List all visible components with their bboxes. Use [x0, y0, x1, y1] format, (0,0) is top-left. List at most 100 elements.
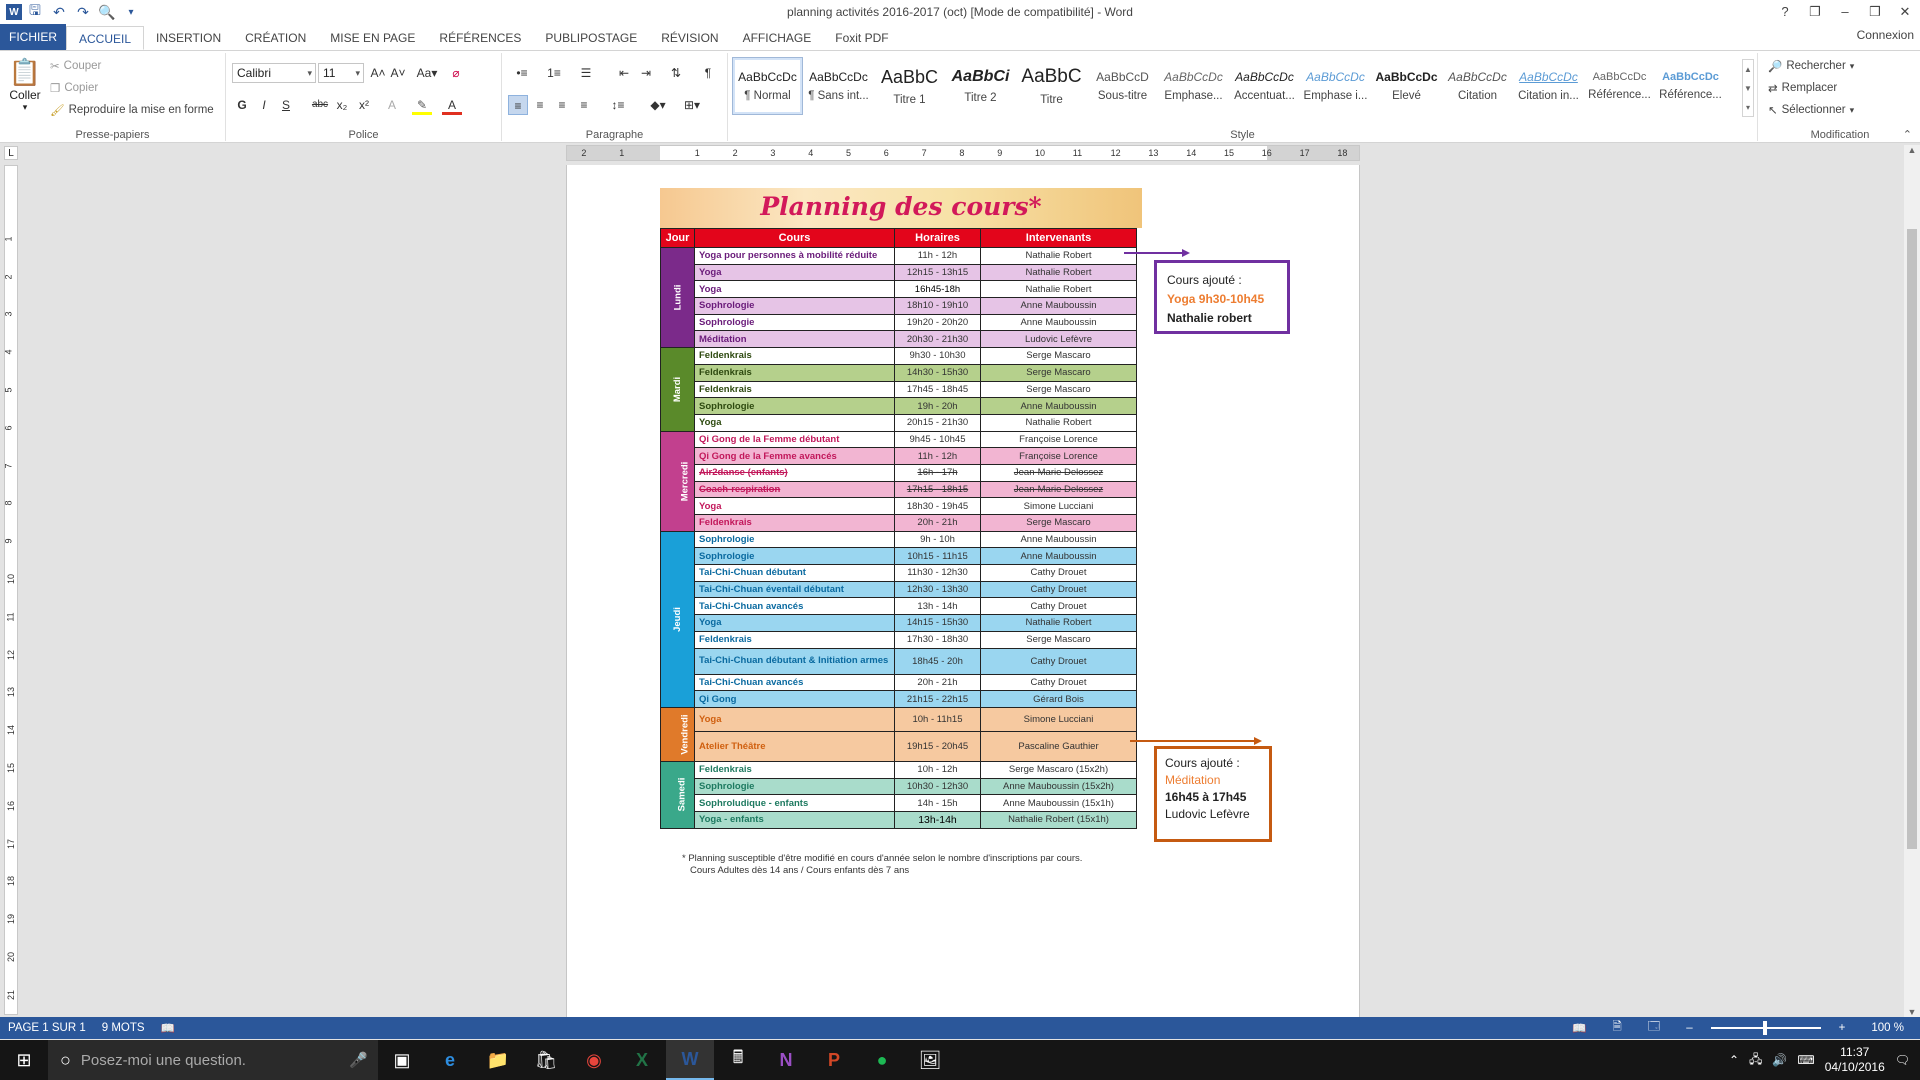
style-titre-1[interactable]: AaBbC Titre 1 — [874, 57, 945, 115]
onenote-icon[interactable]: N — [762, 1040, 810, 1080]
align-center-icon[interactable]: ≡ — [530, 95, 550, 115]
tab-selector[interactable]: L — [4, 146, 18, 160]
keyboard-icon[interactable]: ⌨ — [1797, 1053, 1814, 1067]
microphone-icon[interactable]: 🎤 — [349, 1051, 378, 1069]
tab-affichage[interactable]: AFFICHAGE — [731, 26, 824, 50]
subscript-button[interactable]: x₂ — [332, 95, 352, 115]
tab-revision[interactable]: RÉVISION — [649, 26, 730, 50]
excel-icon[interactable]: X — [618, 1040, 666, 1080]
show-marks-icon[interactable]: ¶ — [698, 63, 718, 83]
italic-button[interactable]: I — [254, 95, 274, 115]
tab-insertion[interactable]: INSERTION — [144, 26, 233, 50]
decrease-indent-icon[interactable]: ⇤ — [614, 63, 634, 83]
file-explorer-icon[interactable]: 📁 — [474, 1040, 522, 1080]
print-preview-icon[interactable]: 🔍 — [96, 2, 118, 22]
strikethrough-button[interactable]: abc — [310, 95, 330, 115]
vertical-scrollbar[interactable]: ▲ ▼ — [1904, 145, 1920, 1017]
replace-button[interactable]: ⇄ Remplacer — [1768, 81, 1837, 95]
vertical-ruler[interactable]: 1 2 3 4 5 6 7 8 9 10 11 12 13 14 15 16 17 18 19 20 21 — [4, 165, 18, 1015]
find-button[interactable]: 🔎 Rechercher ▾ — [1768, 59, 1854, 73]
text-effects-icon[interactable]: A — [382, 95, 402, 115]
tab-references[interactable]: RÉFÉRENCES — [427, 26, 533, 50]
cortana-search[interactable]: ○ Posez-moi une question. 🎤 — [48, 1040, 378, 1080]
change-case-icon[interactable]: Aa▾ — [412, 63, 442, 83]
chrome-icon[interactable]: ◉ — [570, 1040, 618, 1080]
style-reference-intense[interactable]: AaBbCcDc Référence... — [1655, 57, 1726, 115]
line-spacing-icon[interactable]: ↕≡ — [604, 95, 632, 115]
print-layout-icon[interactable]: 🗎 — [1605, 1019, 1630, 1038]
font-color-icon[interactable]: A — [442, 95, 462, 115]
clear-formatting-icon[interactable]: ⌀ — [446, 63, 466, 83]
sign-in-link[interactable]: Connexion — [1857, 28, 1914, 42]
style-accentuation[interactable]: AaBbCcDc Accentuat... — [1229, 57, 1300, 115]
grow-font-icon[interactable]: A˄ — [368, 63, 388, 83]
powerpoint-icon[interactable]: P — [810, 1040, 858, 1080]
sort-icon[interactable]: ⇅ — [666, 63, 686, 83]
volume-icon[interactable]: 🔊 — [1772, 1053, 1787, 1067]
numbering-icon[interactable]: 1≡ — [540, 63, 568, 83]
web-layout-icon[interactable]: 🗔 — [1640, 1019, 1668, 1038]
style-titre[interactable]: AaBbC Titre — [1016, 57, 1087, 115]
styles-scroll[interactable]: ▲ ▼ ▾ — [1742, 59, 1754, 117]
bullets-icon[interactable]: •≡ — [508, 63, 536, 83]
style-eleve[interactable]: AaBbCcDc Élevé — [1371, 57, 1442, 115]
minimize-button[interactable]: – — [1830, 0, 1860, 24]
planning-image[interactable]: Planning des cours* Jour Cours Horaires … — [660, 188, 1142, 882]
underline-button[interactable]: S — [276, 95, 296, 115]
clock[interactable]: 11:37 04/10/2016 — [1825, 1045, 1885, 1075]
zoom-out-icon[interactable]: – — [1678, 1022, 1700, 1034]
edge-icon[interactable]: e — [426, 1040, 474, 1080]
network-icon[interactable]: 🖧 — [1749, 1050, 1762, 1071]
tab-fichier[interactable]: FICHIER — [0, 24, 66, 50]
save-icon[interactable]: 🖫 — [24, 2, 46, 22]
scroll-up-icon[interactable]: ▲ — [1904, 145, 1920, 155]
callout-added-yoga[interactable]: Cours ajouté : Yoga 9h30-10h45 Nathalie … — [1154, 260, 1290, 334]
borders-icon[interactable]: ⊞▾ — [678, 95, 706, 115]
spotify-icon[interactable]: ● — [858, 1040, 906, 1080]
zoom-slider[interactable] — [1710, 1021, 1821, 1035]
task-view-icon[interactable]: ▣ — [378, 1040, 426, 1080]
zoom-level[interactable]: 100 % — [1863, 1022, 1912, 1034]
paste-button[interactable]: 📋 Coller ▾ — [8, 57, 42, 113]
shading-icon[interactable]: ◆▾ — [644, 95, 672, 115]
word-count[interactable]: 9 MOTS — [94, 1022, 153, 1034]
font-name-combo[interactable]: Calibri — [232, 63, 316, 83]
customize-qat-icon[interactable]: ▾ — [120, 2, 142, 22]
align-left-icon[interactable]: ≡ — [508, 95, 528, 115]
select-button[interactable]: ↖ Sélectionner ▾ — [1768, 103, 1854, 117]
tab-mise-en-page[interactable]: MISE EN PAGE — [318, 26, 427, 50]
page-indicator[interactable]: PAGE 1 SUR 1 — [0, 1022, 94, 1034]
calculator-icon[interactable]: 🖩 — [714, 1040, 762, 1080]
store-icon[interactable]: 🛍 — [522, 1040, 570, 1080]
tray-chevron-icon[interactable]: ⌃ — [1729, 1053, 1739, 1067]
callout-added-meditation[interactable]: Cours ajouté : Méditation 16h45 à 17h45 … — [1154, 746, 1272, 842]
increase-indent-icon[interactable]: ⇥ — [636, 63, 656, 83]
highlight-icon[interactable]: ✎ — [412, 95, 432, 115]
multilevel-list-icon[interactable]: ☰ — [572, 63, 600, 83]
tab-accueil[interactable]: ACCUEIL — [66, 26, 145, 50]
style-emphase-pale[interactable]: AaBbCcDc Emphase... — [1158, 57, 1229, 115]
bold-button[interactable]: G — [232, 95, 252, 115]
style-citation-intense[interactable]: AaBbCcDc Citation in... — [1513, 57, 1584, 115]
copy-button[interactable]: ❐ Copier — [50, 81, 98, 95]
style-emphase-intense[interactable]: AaBbCcDc Emphase i... — [1300, 57, 1371, 115]
restore-button[interactable]: ❒ — [1860, 0, 1890, 24]
font-size-combo[interactable]: 11 — [318, 63, 364, 83]
photos-icon[interactable]: 🖼 — [906, 1040, 954, 1080]
redo-icon[interactable]: ↷ — [72, 2, 94, 22]
ribbon-display-icon[interactable]: ❐ — [1800, 0, 1830, 24]
action-center-icon[interactable]: 🗨 — [1895, 1053, 1910, 1067]
style-citation[interactable]: AaBbCcDc Citation — [1442, 57, 1513, 115]
horizontal-ruler[interactable]: 2 1 1 2 3 4 5 6 7 8 9 10 11 12 13 14 15 16 17 18 — [566, 145, 1360, 161]
superscript-button[interactable]: x² — [354, 95, 374, 115]
shrink-font-icon[interactable]: A˅ — [388, 63, 408, 83]
style-sous-titre[interactable]: AaBbCcD Sous-titre — [1087, 57, 1158, 115]
undo-icon[interactable]: ↶ — [48, 2, 70, 22]
zoom-thumb[interactable] — [1762, 1021, 1767, 1035]
read-mode-icon[interactable]: 📖 — [1564, 1021, 1594, 1035]
cut-button[interactable]: ✂ Couper — [50, 59, 101, 73]
scroll-down-icon[interactable]: ▼ — [1904, 1007, 1920, 1017]
close-button[interactable]: ✕ — [1890, 0, 1920, 24]
style-sans-interligne[interactable]: AaBbCcDc ¶ Sans int... — [803, 57, 874, 115]
proofing-icon[interactable]: 📖 — [153, 1021, 183, 1035]
